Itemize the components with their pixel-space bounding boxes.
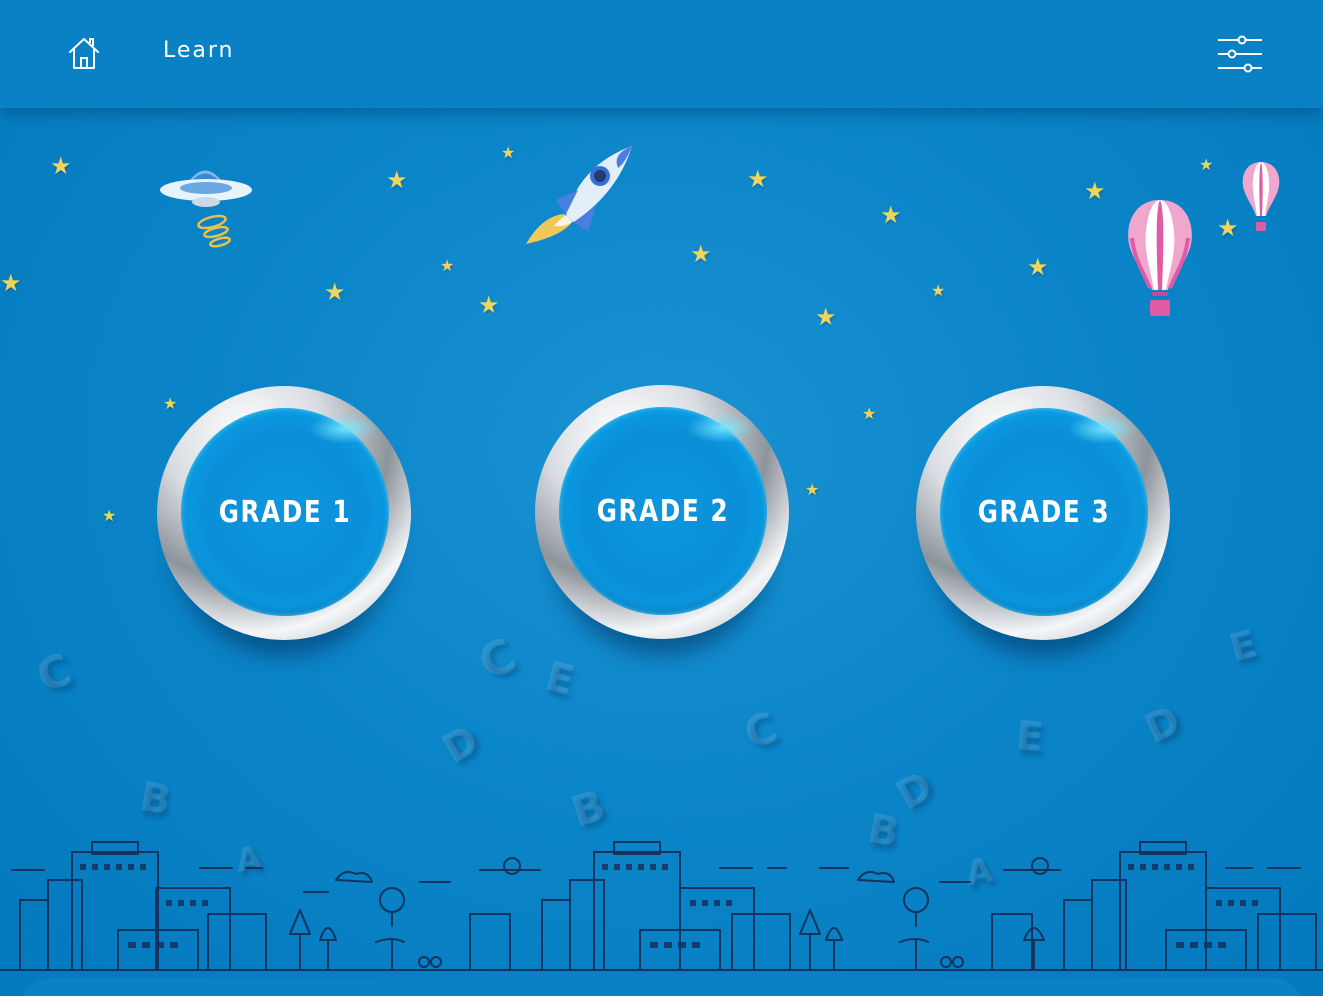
star-icon: ★ xyxy=(324,278,346,306)
star-icon: ★ xyxy=(805,480,820,499)
decor-letter: C xyxy=(737,702,784,759)
decor-letter: C xyxy=(30,644,79,703)
ufo-illustration xyxy=(160,170,252,248)
star-icon: ★ xyxy=(50,152,72,180)
star-icon: ★ xyxy=(501,143,516,162)
decor-letter: B xyxy=(136,773,175,825)
page-title: Learn xyxy=(163,38,235,63)
sliders-icon[interactable] xyxy=(1216,34,1264,74)
grade-button-face: GRADE 3 xyxy=(940,408,1148,616)
grade-button-face: GRADE 1 xyxy=(181,408,389,616)
star-icon: ★ xyxy=(690,240,712,268)
star-icon: ★ xyxy=(478,291,500,319)
decor-letter: E xyxy=(540,653,579,705)
grade-1-button[interactable]: GRADE 1 xyxy=(157,386,411,640)
hot-air-balloon-illustration xyxy=(1128,200,1192,316)
star-icon: ★ xyxy=(1027,253,1049,281)
star-icon: ★ xyxy=(386,166,408,194)
star-icon: ★ xyxy=(1217,214,1239,242)
grade-button-face: GRADE 2 xyxy=(559,407,767,615)
header-bar: Learn xyxy=(0,0,1323,108)
star-icon: ★ xyxy=(815,303,837,331)
star-icon: ★ xyxy=(880,201,902,229)
decor-letter: B xyxy=(565,780,611,837)
grade-3-label: GRADE 3 xyxy=(977,494,1111,530)
city-skyline-illustration xyxy=(0,841,1323,971)
star-icon: ★ xyxy=(862,404,877,423)
star-icon: ★ xyxy=(931,281,946,300)
grade-2-label: GRADE 2 xyxy=(596,493,730,529)
star-icon: ★ xyxy=(747,165,769,193)
decor-letter: D xyxy=(1137,697,1188,753)
decor-letter: E xyxy=(1224,621,1262,671)
star-icon: ★ xyxy=(440,256,455,275)
star-icon: ★ xyxy=(163,394,178,413)
grade-3-button[interactable]: GRADE 3 xyxy=(916,386,1170,640)
bottom-panel xyxy=(20,978,1303,996)
decor-letter: C xyxy=(470,627,524,691)
star-icon: ★ xyxy=(102,506,117,525)
home-icon[interactable] xyxy=(66,35,102,71)
grade-1-label: GRADE 1 xyxy=(218,494,352,530)
star-icon: ★ xyxy=(1199,155,1214,174)
decor-letter: E xyxy=(1014,712,1046,762)
grade-2-button[interactable]: GRADE 2 xyxy=(535,385,789,639)
star-icon: ★ xyxy=(0,269,22,297)
rocket-illustration xyxy=(526,146,632,244)
decor-letter: D xyxy=(434,716,487,774)
hot-air-balloon-illustration xyxy=(1242,162,1280,231)
star-icon: ★ xyxy=(1084,177,1106,205)
